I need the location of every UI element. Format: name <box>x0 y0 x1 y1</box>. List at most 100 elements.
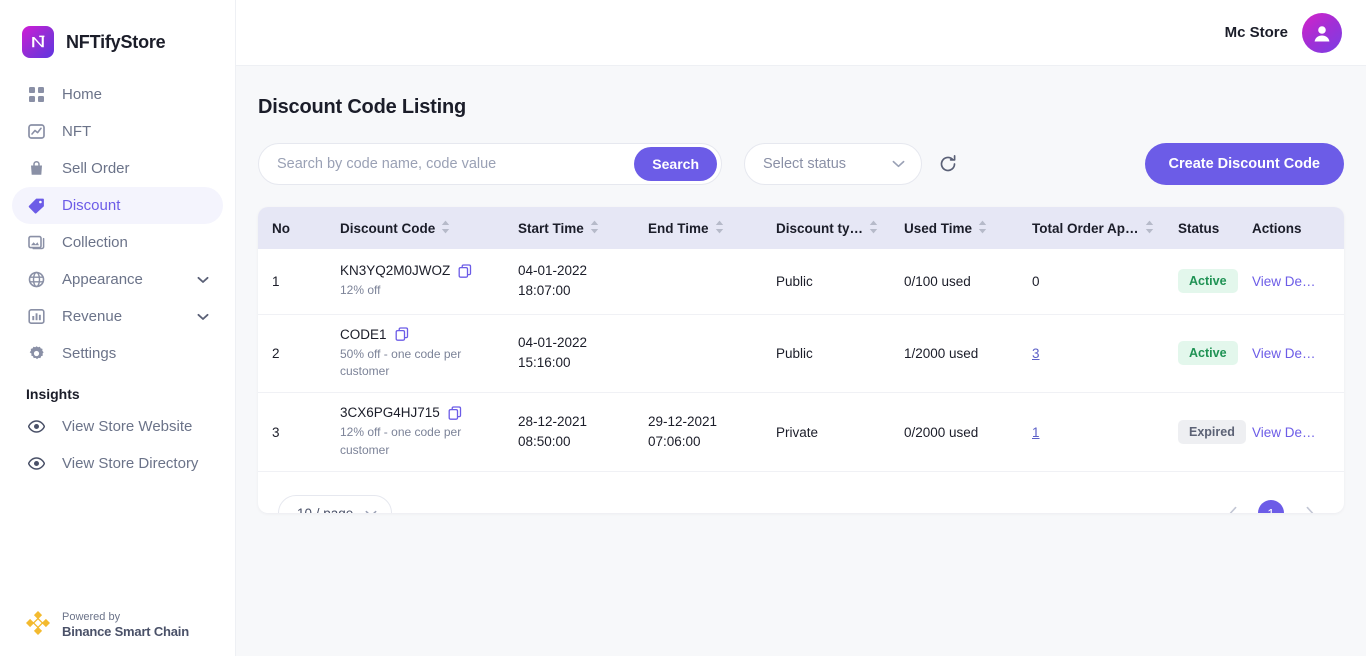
powered-by-label: Powered by <box>62 610 121 623</box>
end-time: 07:06:00 <box>648 434 701 450</box>
copy-icon[interactable] <box>458 263 472 278</box>
sidebar-item-revenue[interactable]: Revenue <box>12 298 223 335</box>
chevron-down-icon[interactable] <box>197 271 209 289</box>
sidebar-item-home[interactable]: Home <box>12 76 223 113</box>
status-badge: Active <box>1178 269 1238 294</box>
cell-total-orders: 3 <box>1018 314 1164 394</box>
cell-actions: View De… <box>1238 392 1344 473</box>
cell-discount-type: Public <box>762 249 890 315</box>
cell-end-time <box>634 249 762 315</box>
bar-chart-icon <box>26 307 46 327</box>
status-select[interactable]: Select status <box>744 143 922 185</box>
cell-start-time: 04-01-2022 15:16:00 <box>504 314 634 394</box>
total-orders-link[interactable]: 3 <box>1032 346 1040 361</box>
cell-no: 1 <box>258 249 326 315</box>
status-badge: Active <box>1178 341 1238 366</box>
sidebar-item-nft[interactable]: NFT <box>12 113 223 150</box>
gear-icon <box>26 344 46 364</box>
view-details-link[interactable]: View De… <box>1252 346 1344 361</box>
cell-start-time: 28-12-2021 08:50:00 <box>504 392 634 473</box>
sort-icon[interactable] <box>590 220 599 237</box>
view-details-link[interactable]: View De… <box>1252 425 1344 440</box>
chevron-left-icon[interactable] <box>1222 502 1244 513</box>
column-label: No <box>272 220 290 236</box>
cell-status: Active <box>1164 314 1238 394</box>
column-header-discount-type[interactable]: Discount ty… <box>762 207 890 249</box>
sidebar-item-appearance[interactable]: Appearance <box>12 261 223 298</box>
grid-icon <box>26 85 46 105</box>
refresh-icon[interactable] <box>938 154 958 174</box>
cell-no: 2 <box>258 314 326 394</box>
sort-icon[interactable] <box>441 220 450 237</box>
cell-end-time: 29-12-2021 07:06:00 <box>634 392 762 473</box>
cell-actions: View De… <box>1238 314 1344 394</box>
brand-name: NFTifyStore <box>66 31 166 52</box>
page-size-select[interactable]: 10 / page <box>278 495 393 513</box>
sidebar-section-insights: Insights <box>26 386 80 402</box>
cell-status: Active <box>1164 249 1238 315</box>
table-row: 1 KN3YQ2M0JWOZ 12% off 04-01-2022 18:07:… <box>258 249 1344 315</box>
search-input[interactable] <box>277 145 635 183</box>
discount-code-note: 50% off - one code per customer <box>340 346 462 378</box>
create-discount-code-button[interactable]: Create Discount Code <box>1144 143 1344 185</box>
cell-start-time: 04-01-2022 18:07:00 <box>504 249 634 315</box>
sidebar-item-settings[interactable]: Settings <box>12 335 223 372</box>
binance-icon <box>24 609 52 642</box>
topbar: Mc Store <box>236 0 1366 66</box>
column-header-used-time[interactable]: Used Time <box>890 207 1018 249</box>
column-header-discount-code[interactable]: Discount Code <box>326 207 504 249</box>
chart-line-icon <box>26 122 46 142</box>
sort-icon[interactable] <box>869 220 878 237</box>
discount-table-card: No Discount Code Start Time End Time Dis… <box>258 207 1344 513</box>
view-details-link[interactable]: View De… <box>1252 274 1344 289</box>
sidebar-item-view-store-website[interactable]: View Store Website <box>12 408 223 445</box>
copy-icon[interactable] <box>448 406 462 420</box>
sidebar-item-sell-order[interactable]: Sell Order <box>12 150 223 187</box>
discount-table: No Discount Code Start Time End Time Dis… <box>258 207 1344 473</box>
column-label: Status <box>1178 220 1220 236</box>
cell-total-orders: 0 <box>1018 249 1164 315</box>
sidebar-nav: Home NFT Sell Order Discount Collection … <box>0 76 235 372</box>
sidebar-item-label: Revenue <box>62 308 123 325</box>
column-header-total-order-applied[interactable]: Total Order Ap… <box>1018 207 1164 249</box>
table-body: 1 KN3YQ2M0JWOZ 12% off 04-01-2022 18:07:… <box>258 249 1344 473</box>
sort-icon[interactable] <box>1145 220 1154 237</box>
sidebar-item-discount[interactable]: Discount <box>12 187 223 224</box>
globe-icon <box>26 270 46 290</box>
total-orders-link[interactable]: 1 <box>1032 425 1040 440</box>
sort-icon[interactable] <box>715 220 724 237</box>
cell-discount-type: Private <box>762 392 890 473</box>
start-date: 28-12-2021 <box>518 413 588 429</box>
discount-code-text: CODE1 <box>340 326 387 342</box>
column-header-end-time[interactable]: End Time <box>634 207 762 249</box>
status-select-label: Select status <box>763 156 847 172</box>
column-label: Actions <box>1252 220 1302 236</box>
chevron-right-icon[interactable] <box>1298 502 1320 513</box>
eye-icon <box>26 454 46 474</box>
user-avatar-icon[interactable] <box>1302 12 1342 53</box>
discount-code-text: KN3YQ2M0JWOZ <box>340 263 451 279</box>
discount-code-note: 12% off - one code per customer <box>340 425 462 457</box>
brand[interactable]: NFTifyStore <box>0 0 235 66</box>
page-number-1[interactable]: 1 <box>1258 500 1284 513</box>
search-button[interactable]: Search <box>634 147 717 181</box>
sidebar-item-collection[interactable]: Collection <box>12 224 223 261</box>
copy-icon[interactable] <box>395 327 409 341</box>
main-area: Mc Store Discount Code Listing Search Se… <box>236 0 1366 656</box>
column-header-start-time[interactable]: Start Time <box>504 207 634 249</box>
column-header-no: No <box>258 207 326 249</box>
cell-used-time: 1/2000 used <box>890 314 1018 394</box>
cell-no: 3 <box>258 392 326 473</box>
start-time: 18:07:00 <box>518 283 571 299</box>
table-row: 2 CODE1 50% off - one code per customer <box>258 314 1344 394</box>
discount-code-text: 3CX6PG4HJ715 <box>340 405 440 421</box>
sidebar-item-view-store-directory[interactable]: View Store Directory <box>12 445 223 482</box>
cell-status: Expired <box>1164 392 1246 473</box>
page-size-label: 10 / page <box>297 506 353 513</box>
app-root: NFTifyStore Home NFT Sell Order Discount… <box>0 0 1366 656</box>
column-label: End Time <box>648 220 709 236</box>
chevron-down-icon[interactable] <box>197 308 209 326</box>
sort-icon[interactable] <box>978 220 987 237</box>
chain-name: Binance Smart Chain <box>62 624 189 640</box>
start-date: 04-01-2022 <box>518 263 588 278</box>
